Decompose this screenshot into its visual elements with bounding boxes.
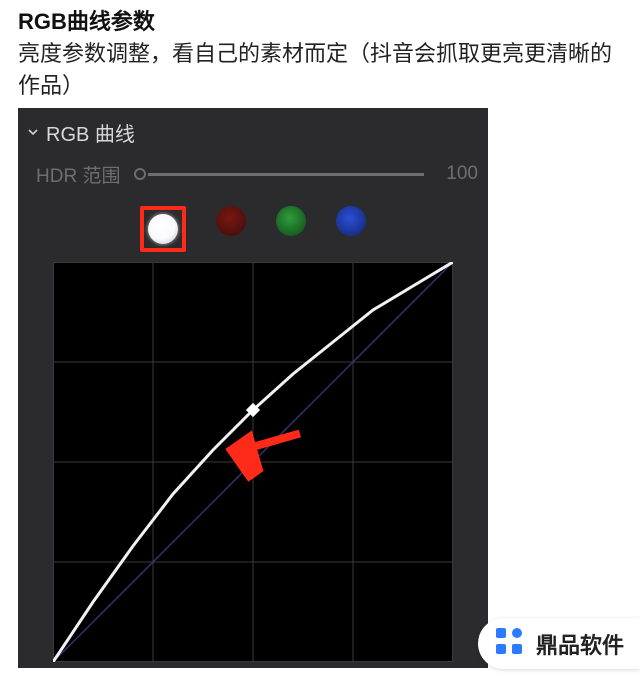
panel-title: RGB 曲线: [46, 118, 135, 147]
watermark-text: 鼎品软件: [536, 628, 624, 660]
article-heading: RGB曲线参数: [0, 0, 640, 38]
channel-white-button[interactable]: [148, 214, 178, 244]
watermark-logo-icon: [492, 624, 526, 663]
channel-red-button[interactable]: [216, 206, 246, 236]
rgb-curves-panel: RGB 曲线 HDR 范围 100: [18, 108, 488, 668]
selected-channel-highlight: [140, 206, 186, 252]
curve-editor[interactable]: [53, 262, 453, 662]
slider-handle-icon[interactable]: [134, 168, 146, 180]
panel-header[interactable]: RGB 曲线: [18, 108, 488, 155]
curve-svg: [53, 262, 453, 662]
hdr-range-value: 100: [432, 163, 478, 185]
channel-blue-button[interactable]: [336, 206, 366, 236]
hdr-range-label: HDR 范围: [36, 161, 126, 188]
slider-track: [148, 173, 424, 176]
channel-green-button[interactable]: [276, 206, 306, 236]
channel-selector-row: [18, 194, 488, 262]
hdr-range-slider[interactable]: [134, 168, 424, 180]
watermark-badge: 鼎品软件: [478, 618, 640, 669]
chevron-down-icon: [26, 125, 40, 139]
hdr-range-row: HDR 范围 100: [18, 155, 488, 194]
article-body: 亮度参数调整，看自己的素材而定（抖音会抓取更亮更清晰的作品）: [0, 38, 640, 108]
